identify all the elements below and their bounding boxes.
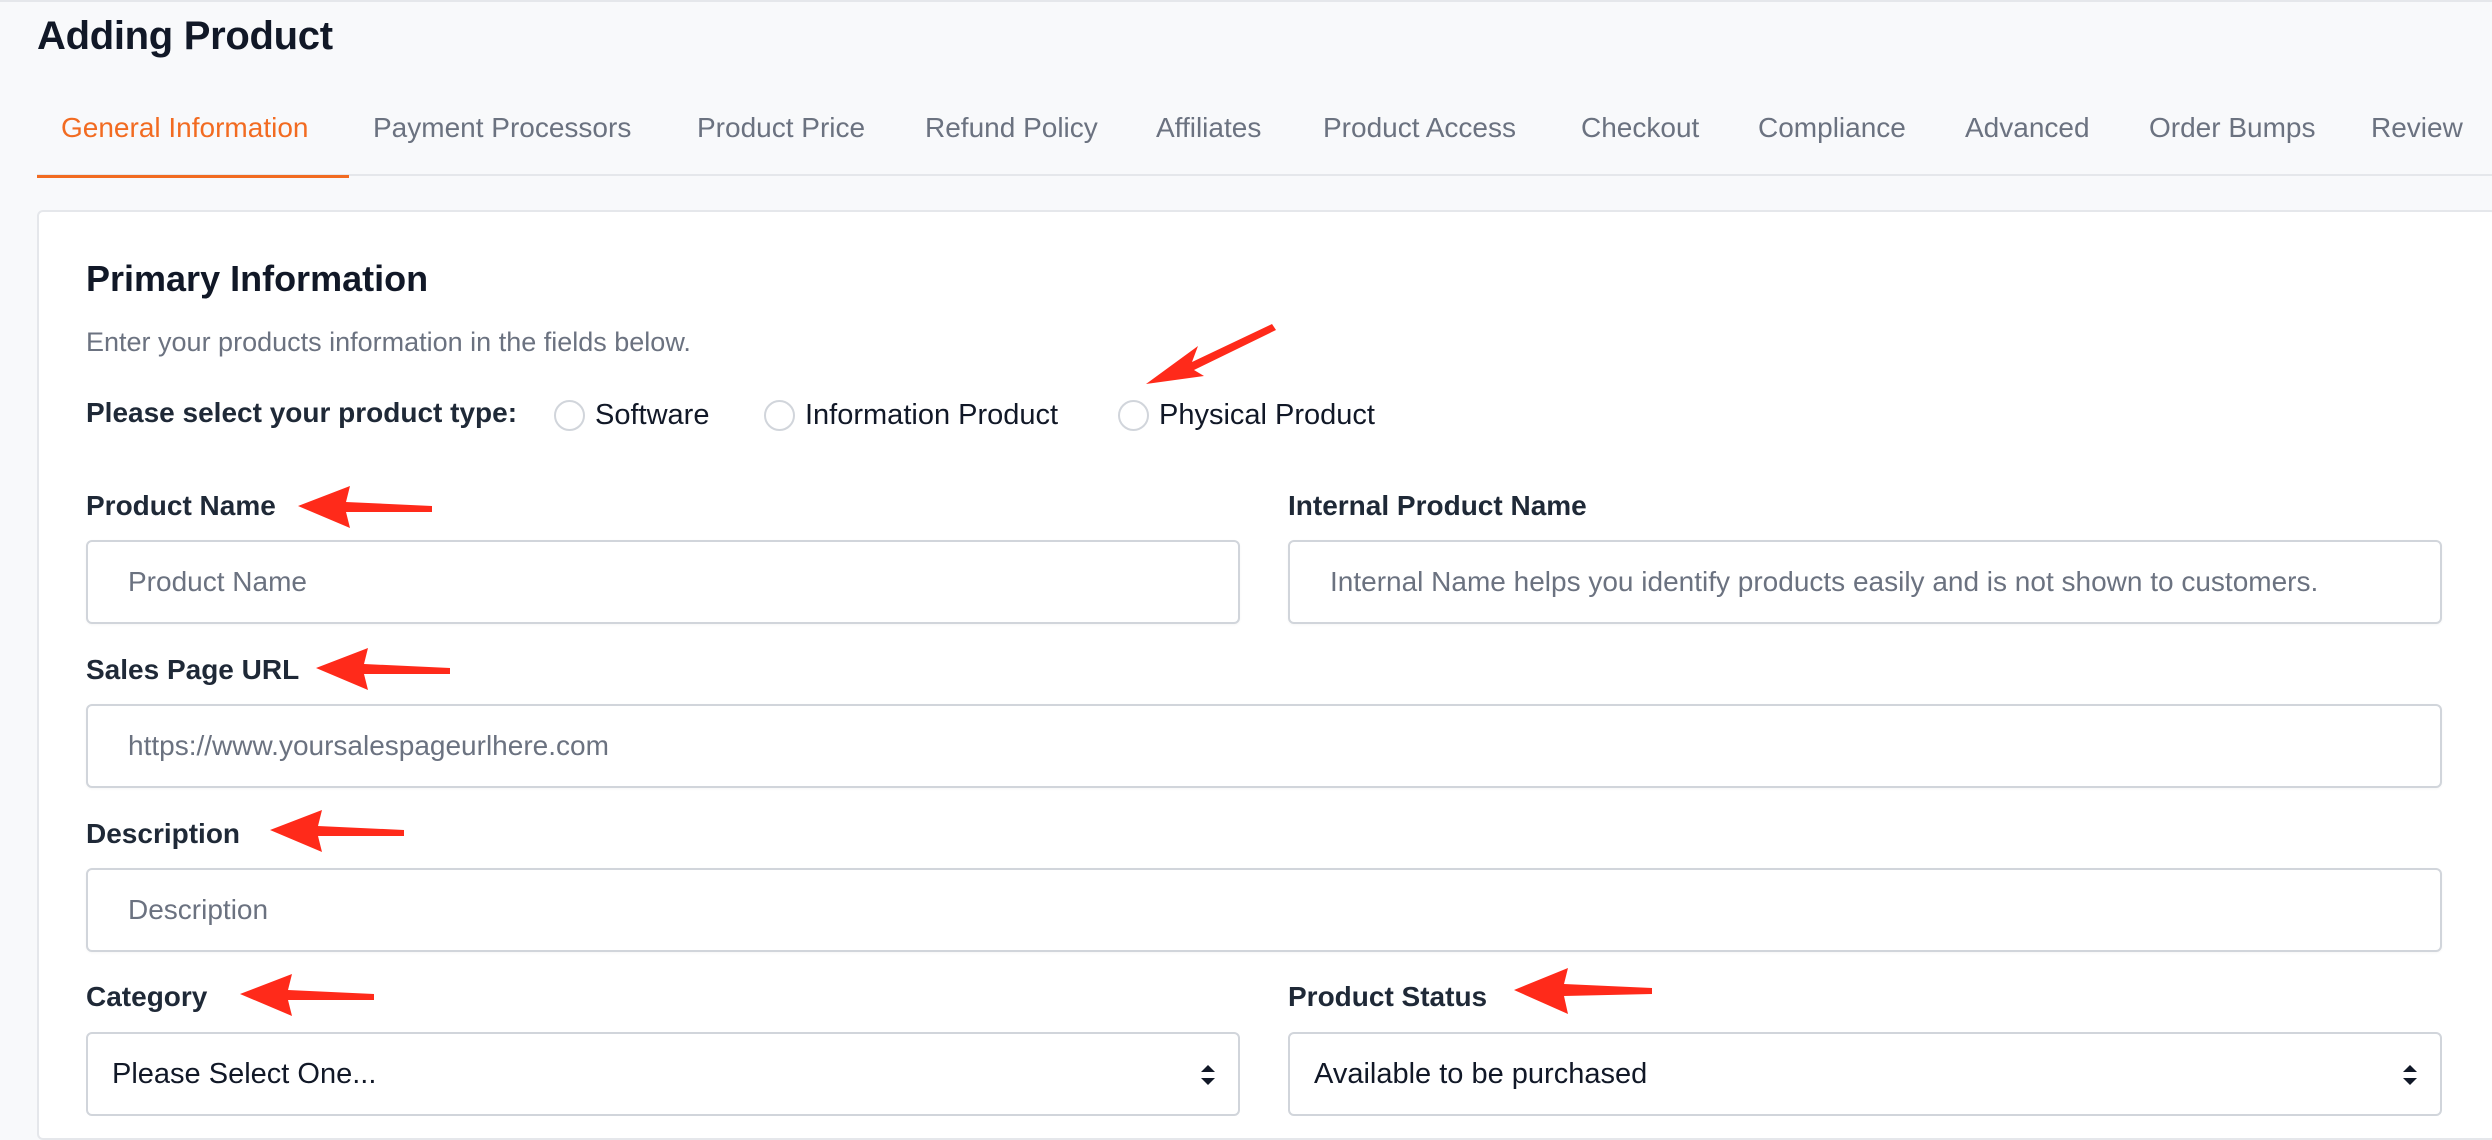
product-name-input[interactable]: Product Name	[86, 540, 1240, 624]
tab-bar: General Information Payment Processors P…	[37, 102, 2492, 178]
radio-circle[interactable]	[764, 399, 795, 431]
category-select[interactable]: Please Select One...	[86, 1032, 1240, 1116]
tab-review[interactable]: Review	[2371, 102, 2463, 176]
tab-label: Compliance	[1758, 112, 1906, 143]
tab-general-information[interactable]: General Information	[37, 102, 349, 178]
radio-circle[interactable]	[554, 399, 585, 431]
radio-label: Software	[595, 398, 710, 431]
chevron-up-down-icon	[2403, 1065, 2417, 1085]
sales-page-url-input[interactable]: https://www.yoursalespageurlhere.com	[86, 704, 2442, 788]
section-title: Primary Information	[86, 258, 429, 299]
tab-refund-policy[interactable]: Refund Policy	[925, 102, 1098, 176]
chevron-up-down-icon	[1201, 1065, 1215, 1085]
radio-label: Physical Product	[1159, 398, 1375, 431]
product-status-select-value: Available to be purchased	[1314, 1058, 1648, 1090]
page-title: Adding Product	[37, 14, 333, 58]
internal-product-name-label: Internal Product Name	[1288, 490, 1587, 521]
sales-page-url-label: Sales Page URL	[86, 654, 300, 685]
tab-advanced[interactable]: Advanced	[1965, 102, 2090, 176]
product-name-label: Product Name	[86, 490, 276, 521]
tab-checkout[interactable]: Checkout	[1581, 102, 1699, 176]
tab-label: Advanced	[1965, 112, 2090, 143]
product-status-select[interactable]: Available to be purchased	[1288, 1032, 2442, 1116]
category-select-value: Please Select One...	[112, 1058, 377, 1090]
radio-circle[interactable]	[1118, 399, 1149, 431]
description-label: Description	[86, 818, 241, 849]
description-input[interactable]: Description	[86, 868, 2442, 952]
tab-label: General Information	[61, 112, 309, 143]
tab-label: Product Price	[697, 112, 866, 143]
tab-product-access[interactable]: Product Access	[1323, 102, 1516, 176]
tab-affiliates[interactable]: Affiliates	[1156, 102, 1261, 176]
internal-product-name-input[interactable]: Internal Name helps you identify product…	[1288, 540, 2442, 624]
top-border	[0, 0, 2492, 2]
tab-label: Order Bumps	[2149, 112, 2316, 143]
radio-information-product[interactable]: Information Product	[764, 398, 1058, 432]
section-subtitle: Enter your products information in the f…	[86, 327, 691, 357]
tab-label: Product Access	[1323, 112, 1516, 143]
radio-label: Information Product	[805, 398, 1059, 431]
category-label: Category	[86, 981, 208, 1012]
product-status-label: Product Status	[1288, 981, 1488, 1012]
radio-software[interactable]: Software	[554, 398, 709, 432]
tab-order-bumps[interactable]: Order Bumps	[2149, 102, 2316, 176]
product-type-label: Please select your product type:	[86, 397, 518, 428]
tab-compliance[interactable]: Compliance	[1758, 102, 1906, 176]
tab-payment-processors[interactable]: Payment Processors	[373, 102, 631, 176]
tab-label: Affiliates	[1156, 112, 1262, 143]
tab-label: Payment Processors	[373, 112, 632, 143]
tab-label: Checkout	[1581, 112, 1700, 143]
tab-label: Refund Policy	[925, 112, 1098, 143]
tab-label: Review	[2371, 112, 2463, 143]
tab-product-price[interactable]: Product Price	[697, 102, 865, 176]
radio-physical-product[interactable]: Physical Product	[1118, 398, 1375, 432]
